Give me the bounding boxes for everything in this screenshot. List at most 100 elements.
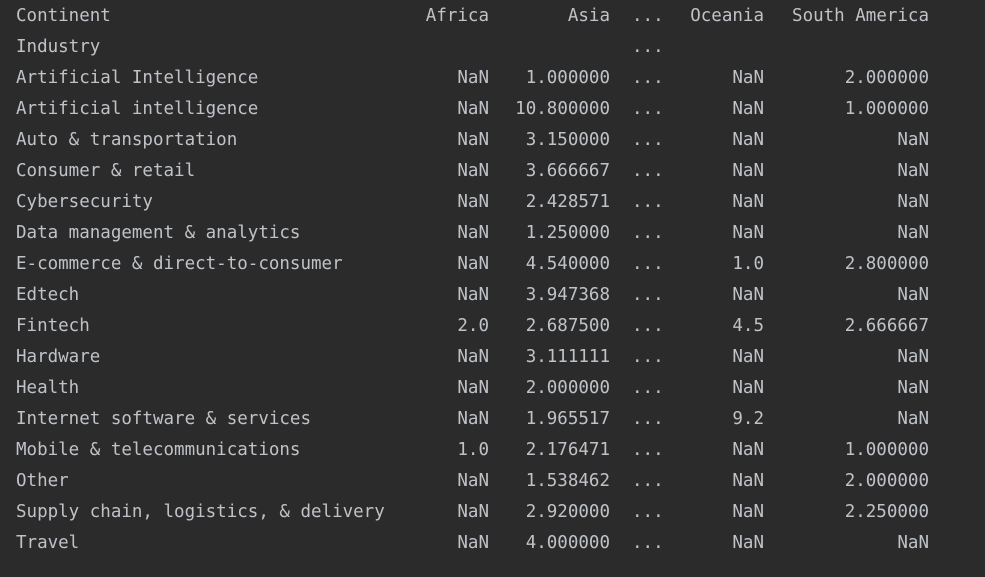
cell-africa: NaN: [457, 99, 489, 119]
cell-africa: NaN: [457, 378, 489, 398]
row-label: Internet software & services: [16, 409, 312, 429]
cell-oceania: NaN: [732, 161, 764, 181]
header-south-america: South America: [792, 6, 929, 26]
cell-ellipsis: ...: [632, 285, 664, 305]
cell-asia: 2.428571: [525, 192, 610, 212]
table-row: Travel NaN 4.000000... NaN NaN: [0, 528, 985, 559]
cell-asia: 1.000000: [525, 68, 610, 88]
cell-oceania: 1.0: [732, 254, 764, 274]
cell-ellipsis: ...: [632, 161, 664, 181]
cell-africa: NaN: [457, 161, 489, 181]
cell-africa: 2.0: [457, 316, 489, 336]
cell-asia: 2.920000: [525, 502, 610, 522]
cell-asia: 3.947368: [525, 285, 610, 305]
cell-ellipsis: ...: [632, 316, 664, 336]
row-label: Artificial intelligence: [16, 99, 259, 119]
row-label: Data management & analytics: [16, 223, 301, 243]
cell-asia: 4.000000: [525, 533, 610, 553]
cell-africa: NaN: [457, 223, 489, 243]
header-ellipsis: ...: [632, 6, 664, 26]
index-name-row: Industry ...: [0, 32, 985, 63]
cell-africa: 1.0: [457, 440, 489, 460]
cell-south-america: 1.000000: [844, 99, 929, 119]
cell-south-america: NaN: [897, 285, 929, 305]
row-label: Mobile & telecommunications: [16, 440, 301, 460]
row-label: Health: [16, 378, 80, 398]
cell-asia: 1.250000: [525, 223, 610, 243]
cell-asia: 3.150000: [525, 130, 610, 150]
cell-oceania: NaN: [732, 130, 764, 150]
table-row: Health NaN 2.000000... NaN NaN: [0, 373, 985, 404]
cell-asia: 1.965517: [525, 409, 610, 429]
row-label: Artificial Intelligence: [16, 68, 259, 88]
cell-ellipsis: ...: [632, 223, 664, 243]
cell-ellipsis: ...: [632, 192, 664, 212]
header-oceania: Oceania: [690, 6, 764, 26]
cell-ellipsis: ...: [632, 409, 664, 429]
cell-asia: 2.687500: [525, 316, 610, 336]
cell-south-america: NaN: [897, 378, 929, 398]
cell-africa: NaN: [457, 192, 489, 212]
table-row: E-commerce & direct-to-consumer NaN 4.5400…: [0, 249, 985, 280]
header-row: Continent Africa Asia ... Oceania South …: [0, 1, 985, 32]
header-asia: Asia: [567, 6, 610, 26]
cell-africa: NaN: [457, 533, 489, 553]
cell-africa: NaN: [457, 254, 489, 274]
row-label: Consumer & retail: [16, 161, 196, 181]
console-output[interactable]: Continent Africa Asia ... Oceania South …: [0, 0, 985, 577]
cell-africa: NaN: [457, 130, 489, 150]
cell-ellipsis: ...: [632, 68, 664, 88]
cell-africa: NaN: [457, 471, 489, 491]
cell-asia: 2.176471: [525, 440, 610, 460]
table-row: Artificial Intelligence NaN 1.000000... NaN…: [0, 63, 985, 94]
cell-oceania: NaN: [732, 471, 764, 491]
cell-ellipsis: ...: [632, 347, 664, 367]
header-continent: Continent: [16, 6, 111, 26]
row-label: Other: [16, 471, 69, 491]
cell-south-america: NaN: [897, 161, 929, 181]
row-label: Travel: [16, 533, 80, 553]
header-africa: Africa: [425, 6, 489, 26]
row-label: E-commerce & direct-to-consumer: [16, 254, 343, 274]
cell-asia: 3.666667: [525, 161, 610, 181]
cell-asia: 10.800000: [515, 99, 610, 119]
row-label: Supply chain, logistics, & delivery: [16, 502, 385, 522]
cell-south-america: 2.000000: [844, 68, 929, 88]
table-row: Fintech 2.0 2.687500... 4.5 2.666667: [0, 311, 985, 342]
cell-oceania: 4.5: [732, 316, 764, 336]
cell-south-america: NaN: [897, 533, 929, 553]
cell-south-america: NaN: [897, 192, 929, 212]
cell-oceania: NaN: [732, 285, 764, 305]
row-label: Auto & transportation: [16, 130, 238, 150]
cell-africa: NaN: [457, 347, 489, 367]
table-row: Other NaN 1.538462... NaN 2.000000: [0, 466, 985, 497]
cell-south-america: 2.666667: [844, 316, 929, 336]
table-row: Hardware NaN 3.111111... NaN NaN: [0, 342, 985, 373]
cell-oceania: NaN: [732, 378, 764, 398]
table-row: Supply chain, logistics, & delivery NaN 2.…: [0, 497, 985, 528]
cell-oceania: NaN: [732, 223, 764, 243]
cell-south-america: NaN: [897, 223, 929, 243]
cell-oceania: NaN: [732, 68, 764, 88]
cell-oceania: NaN: [732, 99, 764, 119]
cell-south-america: 2.250000: [844, 502, 929, 522]
cell-oceania: 9.2: [732, 409, 764, 429]
cell-ellipsis: ...: [632, 502, 664, 522]
cell-ellipsis: ...: [632, 471, 664, 491]
cell-asia: 4.540000: [525, 254, 610, 274]
cell-asia: 2.000000: [525, 378, 610, 398]
table-row: Mobile & telecommunications 1.0 2.176471..…: [0, 435, 985, 466]
cell-africa: NaN: [457, 285, 489, 305]
table-row: Data management & analytics NaN 1.250000..…: [0, 218, 985, 249]
cell-ellipsis: ...: [632, 130, 664, 150]
cell-africa: NaN: [457, 68, 489, 88]
cell-oceania: NaN: [732, 502, 764, 522]
table-row: Edtech NaN 3.947368... NaN NaN: [0, 280, 985, 311]
cell-south-america: NaN: [897, 409, 929, 429]
table-row: Artificial intelligence NaN 10.800000... Na…: [0, 94, 985, 125]
cell-asia: 1.538462: [525, 471, 610, 491]
cell-ellipsis: ...: [632, 99, 664, 119]
cell-south-america: 2.800000: [844, 254, 929, 274]
cell-oceania: NaN: [732, 192, 764, 212]
table-row: Consumer & retail NaN 3.666667... NaN NaN: [0, 156, 985, 187]
